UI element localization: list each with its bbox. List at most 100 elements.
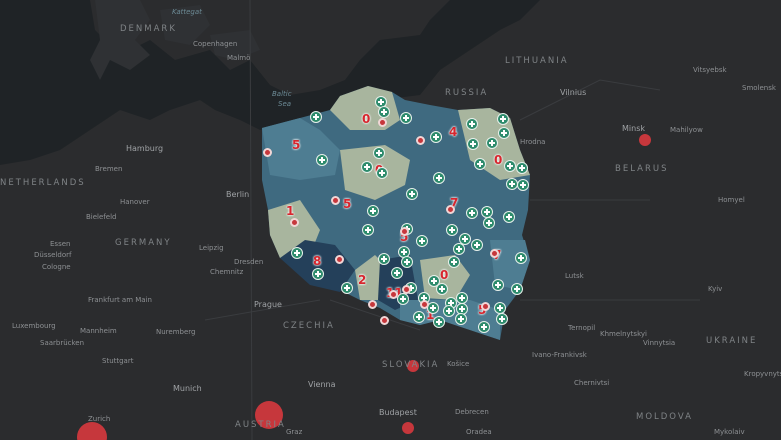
plus-icon[interactable]	[474, 158, 486, 170]
region-count[interactable]: 5	[343, 197, 351, 211]
region-count[interactable]: 4	[449, 125, 457, 139]
plus-icon[interactable]	[401, 256, 413, 268]
plus-icon[interactable]	[376, 167, 388, 179]
city-label: Bielefeld	[86, 213, 117, 221]
circle-icon[interactable]	[389, 290, 398, 299]
region-count[interactable]: 0	[362, 112, 370, 126]
circle-icon[interactable]	[402, 285, 411, 294]
plus-icon[interactable]	[433, 316, 445, 328]
plus-icon[interactable]	[471, 239, 483, 251]
plus-icon[interactable]	[455, 313, 467, 325]
plus-icon[interactable]	[312, 268, 324, 280]
plus-icon[interactable]	[516, 162, 528, 174]
circle-icon[interactable]	[481, 302, 490, 311]
plus-icon[interactable]	[416, 235, 428, 247]
plus-icon[interactable]	[391, 267, 403, 279]
plus-icon[interactable]	[492, 279, 504, 291]
plus-icon[interactable]	[413, 311, 425, 323]
plus-icon[interactable]	[433, 172, 445, 184]
plus-icon[interactable]	[486, 137, 498, 149]
country-label: CZECHIA	[283, 321, 335, 331]
city-label: Homyel	[718, 196, 745, 204]
plus-icon[interactable]	[406, 188, 418, 200]
circle-icon[interactable]	[368, 300, 377, 309]
plus-icon[interactable]	[446, 224, 458, 236]
city-label: Frankfurt am Main	[88, 296, 152, 304]
region-count[interactable]: 5	[292, 138, 300, 152]
city-label: Zurich	[88, 415, 111, 423]
city-label: Mahilyow	[670, 126, 703, 134]
circle-icon[interactable]	[446, 205, 455, 214]
region-count[interactable]: 0	[440, 268, 448, 282]
city-label: Essen	[50, 240, 71, 248]
plus-icon[interactable]	[517, 179, 529, 191]
circle-icon[interactable]	[380, 316, 389, 325]
circle-icon[interactable]	[378, 118, 387, 127]
plus-icon[interactable]	[503, 211, 515, 223]
plus-icon[interactable]	[443, 305, 455, 317]
country-label: GERMANY	[115, 238, 172, 248]
plus-icon[interactable]	[496, 313, 508, 325]
circle-icon[interactable]	[290, 218, 299, 227]
plus-icon[interactable]	[483, 217, 495, 229]
region-count[interactable]: 1	[286, 204, 294, 218]
city-label: Düsseldorf	[34, 251, 72, 259]
plus-icon[interactable]	[498, 127, 510, 139]
city-label: Smolensk	[742, 84, 776, 92]
city-label: Munich	[173, 384, 202, 393]
city-label: Hamburg	[126, 144, 164, 153]
plus-icon[interactable]	[497, 113, 509, 125]
city-label: Nuremberg	[156, 328, 196, 336]
plus-icon[interactable]	[341, 282, 353, 294]
city-label: Khmelnytskyi	[600, 330, 647, 338]
city-label: Chemnitz	[210, 268, 244, 276]
plus-icon[interactable]	[316, 154, 328, 166]
city-label: Oradea	[466, 428, 492, 436]
plus-icon[interactable]	[466, 118, 478, 130]
plus-icon[interactable]	[504, 160, 516, 172]
plus-icon[interactable]	[378, 106, 390, 118]
plus-icon[interactable]	[436, 283, 448, 295]
city-label: Vilnius	[560, 88, 587, 97]
plus-icon[interactable]	[430, 131, 442, 143]
plus-icon[interactable]	[361, 161, 373, 173]
circle-icon[interactable]	[416, 136, 425, 145]
city-label: Vienna	[308, 380, 336, 389]
plus-icon[interactable]	[448, 256, 460, 268]
plus-icon[interactable]	[367, 205, 379, 217]
circle-icon[interactable]	[490, 249, 499, 258]
city-label: Cologne	[42, 263, 71, 271]
plus-icon[interactable]	[511, 283, 523, 295]
circle-icon[interactable]	[263, 148, 272, 157]
plus-icon[interactable]	[310, 111, 322, 123]
region-count[interactable]: 0	[494, 153, 502, 167]
plus-icon[interactable]	[453, 243, 465, 255]
region-count[interactable]: 2	[358, 273, 366, 287]
map-view[interactable]: Kattegat DENMARK Copenhagen Malmö Baltic…	[0, 0, 781, 440]
plus-icon[interactable]	[373, 147, 385, 159]
plus-icon[interactable]	[466, 207, 478, 219]
circle-icon[interactable]	[420, 300, 429, 309]
plus-icon[interactable]	[397, 293, 409, 305]
region-count[interactable]: 8	[313, 254, 321, 268]
city-label: Stuttgart	[102, 357, 134, 365]
city-label: Ternopil	[568, 324, 596, 332]
circle-icon[interactable]	[331, 196, 340, 205]
plus-icon[interactable]	[291, 247, 303, 259]
plus-icon[interactable]	[362, 224, 374, 236]
circle-icon[interactable]	[400, 227, 409, 236]
city-label: Leipzig	[199, 244, 224, 252]
city-label: Ivano-Frankivsk	[532, 351, 587, 359]
plus-icon[interactable]	[515, 252, 527, 264]
plus-icon[interactable]	[400, 112, 412, 124]
city-label: Vitsyebsk	[693, 66, 727, 74]
plus-icon[interactable]	[378, 253, 390, 265]
plus-icon[interactable]	[467, 138, 479, 150]
circle-icon[interactable]	[335, 255, 344, 264]
city-label: Hanover	[120, 198, 150, 206]
country-label: RUSSIA	[445, 88, 489, 98]
plus-icon[interactable]	[478, 321, 490, 333]
sea-label: Sea	[278, 100, 292, 108]
city-label: Budapest	[379, 408, 417, 417]
city-label: Luxembourg	[12, 322, 56, 330]
